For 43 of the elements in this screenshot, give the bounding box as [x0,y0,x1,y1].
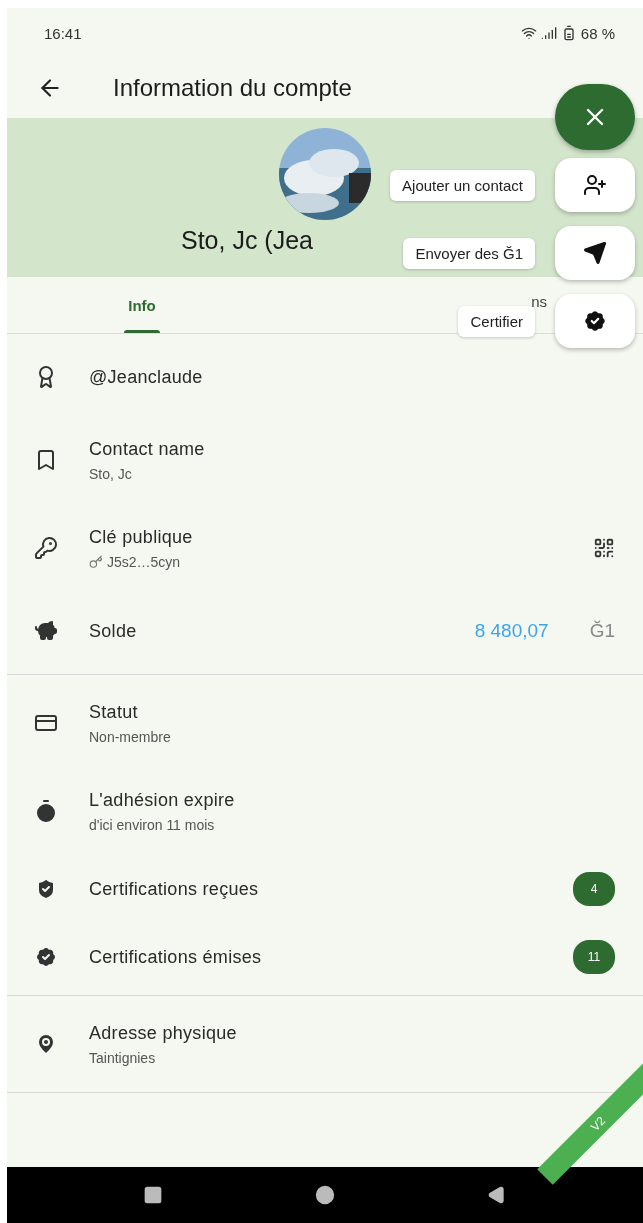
count-badge: 11 [573,940,615,974]
badge-check-icon [582,308,608,334]
profile-name: Sto, Jc (Jea [181,226,313,255]
row-title: Clé publique [89,526,194,548]
send-icon [583,241,607,265]
row-title: @Jeanclaude [89,366,204,388]
stopwatch-icon [34,799,58,823]
row-subtitle: d'ici environ 11 mois [89,816,215,833]
action-button[interactable] [555,294,635,348]
recents-button[interactable] [143,1185,163,1205]
row-title: Solde [89,620,138,642]
back-nav-button[interactable] [487,1185,507,1205]
page-title: Information du compte [113,74,352,102]
key-icon [34,536,58,560]
status-time: 16:41 [44,24,82,42]
row-title: Contact name [89,438,206,460]
action-label: Ajouter un contact [390,169,535,201]
home-button[interactable] [315,1185,335,1205]
currency-unit: Ğ1 [589,620,615,642]
count-badge: 4 [573,872,615,906]
close-button[interactable] [555,84,635,150]
row-subtitle: J5s2…5cyn [107,553,181,570]
row-subtitle: Taintignies [89,1049,156,1066]
row-title: Adresse physique [89,1022,238,1044]
row-title: Certifications émises [89,946,263,968]
tab[interactable]: Info [7,277,277,333]
wifi-icon [520,25,537,41]
row-subtitle: Non-membre [89,728,171,745]
row-subtitle: Sto, Jc [89,465,132,482]
row-title: Certifications reçues [89,878,260,900]
balance-amount: 8 480,07 [474,620,549,642]
row-title: L'adhésion expire [89,789,236,811]
battery-level: 68 % [580,24,615,42]
action-button[interactable] [555,158,635,212]
action-label: Envoyer des Ğ1 [403,237,535,269]
row-title: Statut [89,701,139,723]
key-icon [89,554,103,569]
action-button[interactable] [555,226,635,280]
signal-icon [540,25,557,41]
piggy-bank-icon [34,619,58,643]
qr-code-button[interactable] [593,537,615,559]
add-person-icon [583,173,607,197]
badge-check-icon [34,945,58,969]
